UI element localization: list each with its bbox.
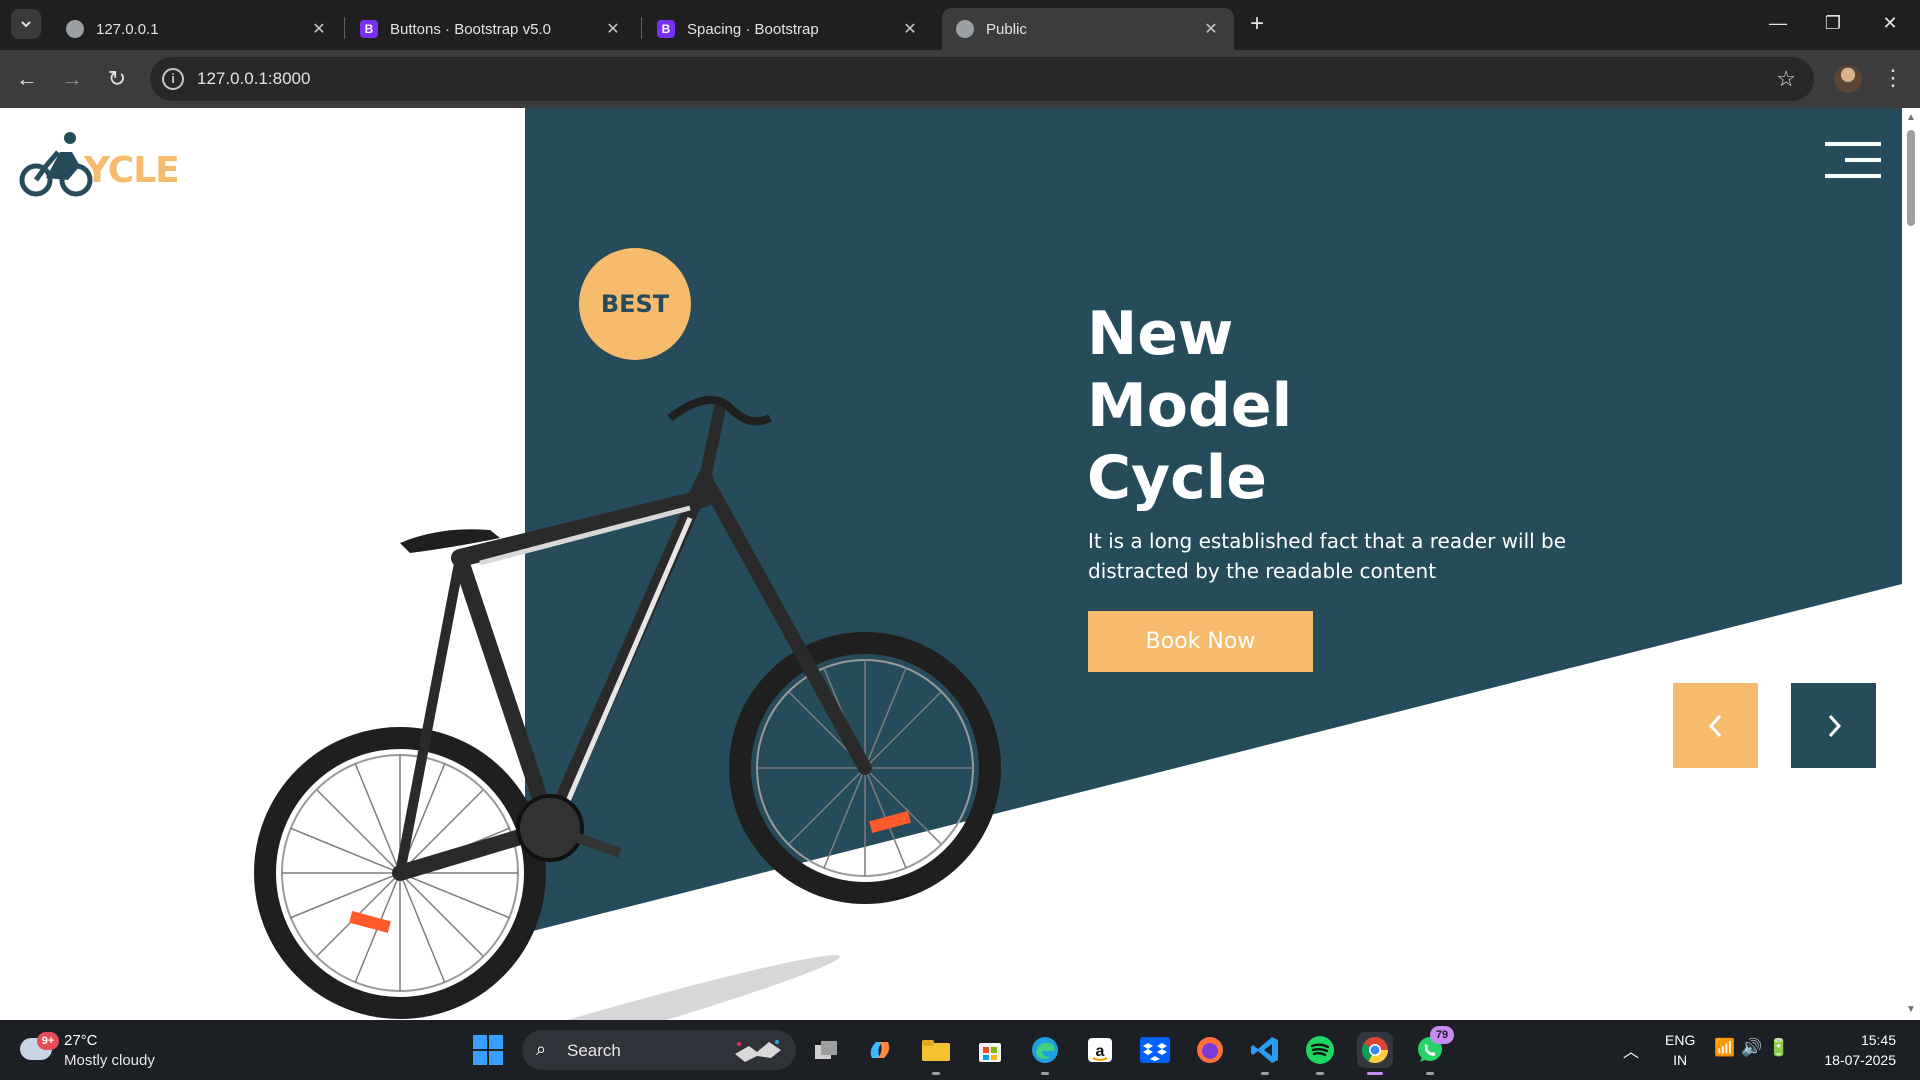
vscode-icon[interactable] [1247,1032,1283,1075]
more-menu-icon[interactable]: ⋮ [1882,64,1904,92]
weather-badge: 9+ [37,1032,59,1050]
minimize-button[interactable]: — [1758,8,1798,38]
page-viewport: YCLE BEST New Model Cycle It is a long e… [0,108,1902,1020]
taskbar-search[interactable]: ⌕ Search [522,1030,796,1070]
windows-taskbar: 9+ 27°C Mostly cloudy ⌕ Search a 79 ︿ EN… [0,1020,1920,1080]
tab-search-button[interactable] [11,9,41,39]
globe-icon [956,20,974,38]
svg-text:a: a [1096,1043,1105,1060]
carousel-prev-button[interactable] [1673,683,1758,768]
browser-tab-bar: 127.0.0.1 ✕ B Buttons · Bootstrap v5.0 ✕… [0,0,1920,50]
scrollbar-thumb[interactable] [1907,130,1915,226]
tab-title: Spacing · Bootstrap [687,20,819,38]
language-indicator[interactable]: ENG IN [1665,1030,1695,1070]
system-tray[interactable]: 📶🔊🔋 [1714,1038,1796,1058]
best-badge: BEST [579,248,691,360]
volume-icon[interactable]: 🔊 [1741,1038,1768,1057]
clock-time: 15:45 [1860,1032,1896,1048]
hero-description: It is a long established fact that a rea… [1088,529,1567,583]
tab-bootstrap-spacing[interactable]: B Spacing · Bootstrap ✕ [643,8,933,50]
start-button[interactable] [473,1035,503,1065]
new-tab-button[interactable]: + [1244,12,1270,38]
logo-text: YCLE [84,150,180,191]
scroll-up-arrow-icon[interactable]: ▲ [1905,112,1917,124]
tab-title: Public [986,20,1027,38]
tab-bootstrap-buttons[interactable]: B Buttons · Bootstrap v5.0 ✕ [346,8,636,50]
headline-line: Cycle [1087,443,1267,513]
spotify-icon[interactable] [1302,1032,1338,1075]
whatsapp-icon[interactable]: 79 [1412,1026,1454,1075]
scroll-down-arrow-icon[interactable]: ▼ [1905,1004,1917,1016]
back-button[interactable]: ← [12,64,42,94]
close-icon[interactable]: ✕ [1202,19,1220,39]
close-icon[interactable]: ✕ [604,19,622,39]
copilot-icon[interactable] [862,1032,898,1068]
bootstrap-icon: B [360,20,378,38]
tab-localhost[interactable]: 127.0.0.1 ✕ [52,8,342,50]
tab-public[interactable]: Public ✕ [942,8,1234,50]
site-info-icon[interactable]: i [162,68,184,90]
search-icon: ⌕ [536,1039,547,1059]
tab-separator [344,17,345,39]
battery-icon[interactable]: 🔋 [1768,1038,1795,1057]
weather-condition: Mostly cloudy [64,1052,155,1069]
tab-separator [641,17,642,39]
chevron-left-icon [1708,714,1721,737]
profile-avatar[interactable] [1834,65,1862,93]
chevron-down-icon [21,21,31,28]
firefox-icon[interactable] [1192,1032,1228,1068]
bootstrap-icon: B [657,20,675,38]
dropbox-icon[interactable] [1137,1032,1173,1068]
tab-title: Buttons · Bootstrap v5.0 [390,20,551,38]
clock[interactable]: 15:45 18-07-2025 [1812,1030,1896,1070]
chevron-right-icon [1828,714,1841,737]
address-bar[interactable]: i 127.0.0.1:8000 ☆ [150,57,1814,101]
task-view-icon[interactable] [808,1032,844,1068]
language-code: ENG [1665,1032,1696,1048]
clock-date: 18-07-2025 [1824,1052,1896,1068]
microsoft-store-icon[interactable] [972,1032,1008,1068]
hero-headline: New Model Cycle [1087,298,1587,514]
headline-line: New [1087,299,1234,369]
forward-button[interactable]: → [57,64,87,94]
search-label: Search [567,1041,621,1060]
menu-hamburger-button[interactable] [1825,140,1881,180]
bookmark-star-icon[interactable]: ☆ [1776,66,1796,92]
globe-icon [66,20,84,38]
search-highlight-icon [735,1040,781,1062]
amazon-icon[interactable]: a [1082,1032,1118,1068]
reload-button[interactable]: ↻ [102,64,132,94]
headline-line: Model [1087,371,1293,441]
weather-temp: 27°C [64,1032,98,1049]
restore-button[interactable]: ❐ [1813,8,1853,38]
chrome-icon[interactable] [1357,1032,1393,1075]
browser-toolbar: ← → ↻ i 127.0.0.1:8000 ☆ ⋮ [0,50,1920,108]
edge-icon[interactable] [1027,1032,1063,1075]
close-icon[interactable]: ✕ [310,19,328,39]
bicycle-image [254,396,1001,1020]
wifi-icon[interactable]: 📶 [1714,1038,1741,1057]
close-window-button[interactable]: ✕ [1870,8,1910,38]
chevron-up-icon[interactable]: ︿ [1623,1038,1639,1062]
file-explorer-icon[interactable] [918,1032,954,1075]
page-scrollbar[interactable]: ▲ ▼ [1902,108,1920,1020]
tab-title: 127.0.0.1 [96,20,159,38]
weather-widget[interactable]: 9+ 27°C Mostly cloudy [20,1028,180,1072]
carousel-next-button[interactable] [1791,683,1876,768]
book-now-button[interactable]: Book Now [1088,611,1313,672]
close-icon[interactable]: ✕ [901,19,919,39]
url-text[interactable]: 127.0.0.1:8000 [197,69,310,89]
region-code: IN [1673,1052,1688,1068]
whatsapp-badge: 79 [1430,1026,1454,1044]
